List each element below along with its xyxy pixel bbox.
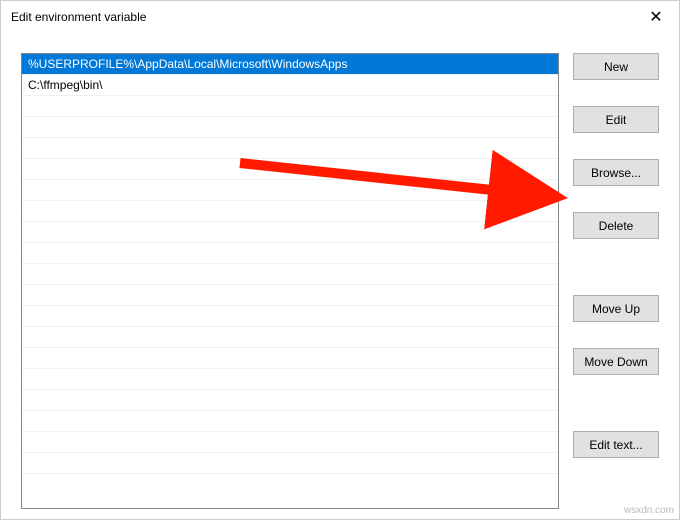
path-list-row[interactable]: . [22, 159, 558, 180]
path-list-row[interactable]: . [22, 327, 558, 348]
path-list-row[interactable]: C:\ffmpeg\bin\ [22, 75, 558, 96]
close-icon: ✕ [649, 7, 662, 27]
window-title: Edit environment variable [11, 10, 146, 24]
path-list-row[interactable]: . [22, 117, 558, 138]
path-list-row[interactable]: . [22, 138, 558, 159]
dialog-content: %USERPROFILE%\AppData\Local\Microsoft\Wi… [1, 33, 679, 519]
button-column: New Edit Browse... Delete Move Up Move D… [573, 53, 659, 509]
path-list-row[interactable]: . [22, 243, 558, 264]
move-up-button[interactable]: Move Up [573, 295, 659, 322]
path-list-row[interactable]: . [22, 411, 558, 432]
path-list-row[interactable]: . [22, 285, 558, 306]
path-list-row[interactable]: . [22, 180, 558, 201]
path-list-row[interactable]: . [22, 306, 558, 327]
path-list-row[interactable]: . [22, 369, 558, 390]
edit-env-var-dialog: Edit environment variable ✕ %USERPROFILE… [0, 0, 680, 520]
path-list-row[interactable]: . [22, 201, 558, 222]
path-list-row[interactable]: . [22, 96, 558, 117]
path-listbox[interactable]: %USERPROFILE%\AppData\Local\Microsoft\Wi… [21, 53, 559, 509]
path-list-row[interactable]: . [22, 432, 558, 453]
edit-text-button[interactable]: Edit text... [573, 431, 659, 458]
path-list-row[interactable]: . [22, 264, 558, 285]
titlebar: Edit environment variable ✕ [1, 1, 679, 33]
delete-button[interactable]: Delete [573, 212, 659, 239]
path-list-row[interactable]: %USERPROFILE%\AppData\Local\Microsoft\Wi… [22, 54, 558, 75]
new-button[interactable]: New [573, 53, 659, 80]
path-list-row[interactable]: . [22, 222, 558, 243]
path-list-row[interactable]: . [22, 348, 558, 369]
watermark: wsxdn.com [624, 505, 674, 516]
edit-button[interactable]: Edit [573, 106, 659, 133]
path-list-row[interactable]: . [22, 390, 558, 411]
close-button[interactable]: ✕ [633, 1, 679, 33]
move-down-button[interactable]: Move Down [573, 348, 659, 375]
browse-button[interactable]: Browse... [573, 159, 659, 186]
path-list-row[interactable]: . [22, 453, 558, 474]
